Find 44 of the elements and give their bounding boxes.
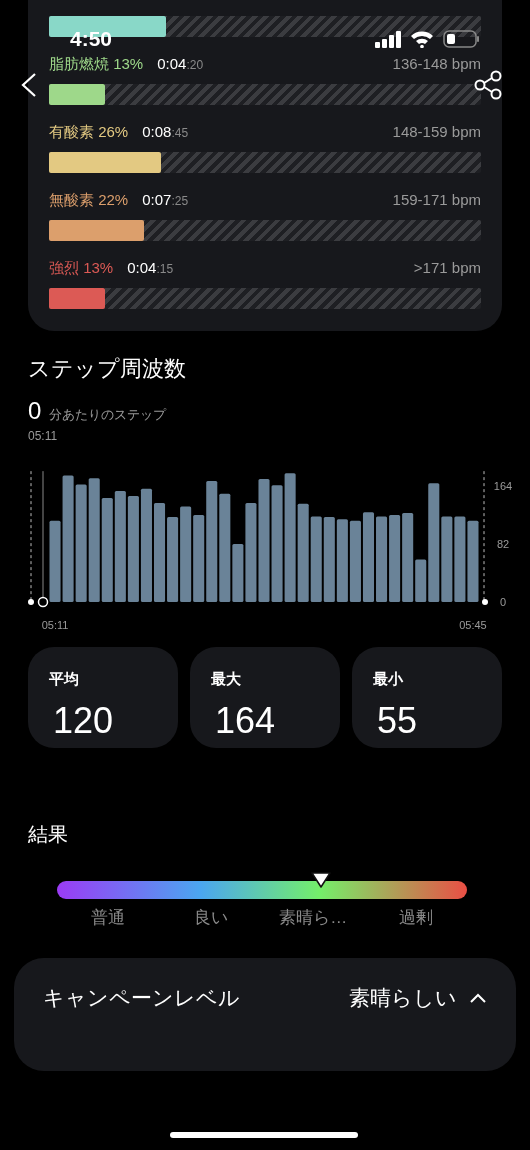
stat-label: 最小 [373, 669, 404, 689]
zone-range: 148-159 bpm [392, 121, 481, 142]
stat-label: 平均 [49, 669, 80, 689]
chevron-up-icon [469, 991, 487, 1004]
cursor-handle [37, 596, 49, 608]
scale-label: 普通 [90, 907, 127, 929]
x-tick-label: 05:11 [41, 619, 69, 631]
section-title: 結果 [28, 822, 69, 847]
zone-label: 無酸素 22% [49, 189, 129, 210]
zone-range: 136-148 bpm [392, 53, 481, 74]
axis-dot [482, 599, 488, 605]
zone-label: 強烈 13% [49, 257, 114, 278]
campaign-title: キャンペーンレベル [43, 984, 240, 1011]
back-button[interactable] [20, 72, 38, 98]
zone-time: 0:08:45 [142, 121, 189, 142]
stat-value: 55 [377, 701, 419, 741]
scale-label: 素晴ら… [278, 907, 349, 929]
share-button[interactable] [473, 70, 503, 100]
stat-value: 120 [53, 701, 115, 741]
signal-icon [375, 31, 402, 48]
scale-label: 良い [192, 907, 229, 929]
zone-time: 0:04:15 [127, 257, 174, 278]
y-tick-label: 82 [496, 538, 510, 550]
stat-value: 164 [215, 701, 277, 741]
scale-label: 過剰 [397, 907, 434, 929]
x-tick-label: 05:45 [459, 619, 487, 631]
cadence-value: 0 [28, 397, 42, 425]
zone-time: 0:04:20 [157, 53, 204, 74]
battery-icon [443, 30, 480, 48]
chevron-left-icon [20, 72, 38, 98]
y-tick-label: 164 [493, 480, 513, 492]
y-tick-label: 0 [499, 596, 507, 608]
cadence-time: 05:11 [28, 428, 59, 445]
axis-dot [28, 599, 34, 605]
zone-range: 159-171 bpm [392, 189, 481, 210]
zone-time: 0:07:25 [142, 189, 189, 210]
section-title: ステップ周波数 [28, 355, 187, 383]
stat-label: 最大 [211, 669, 242, 689]
zone-label: 有酸素 26% [49, 121, 129, 142]
cadence-unit: 分あたりのステップ [49, 406, 167, 424]
zone-range: >171 bpm [413, 257, 481, 278]
zone-label: 脂肪燃焼 13% [49, 53, 144, 74]
campaign-level-toggle[interactable]: 素晴らしい [349, 983, 487, 1012]
wifi-icon [410, 30, 434, 48]
